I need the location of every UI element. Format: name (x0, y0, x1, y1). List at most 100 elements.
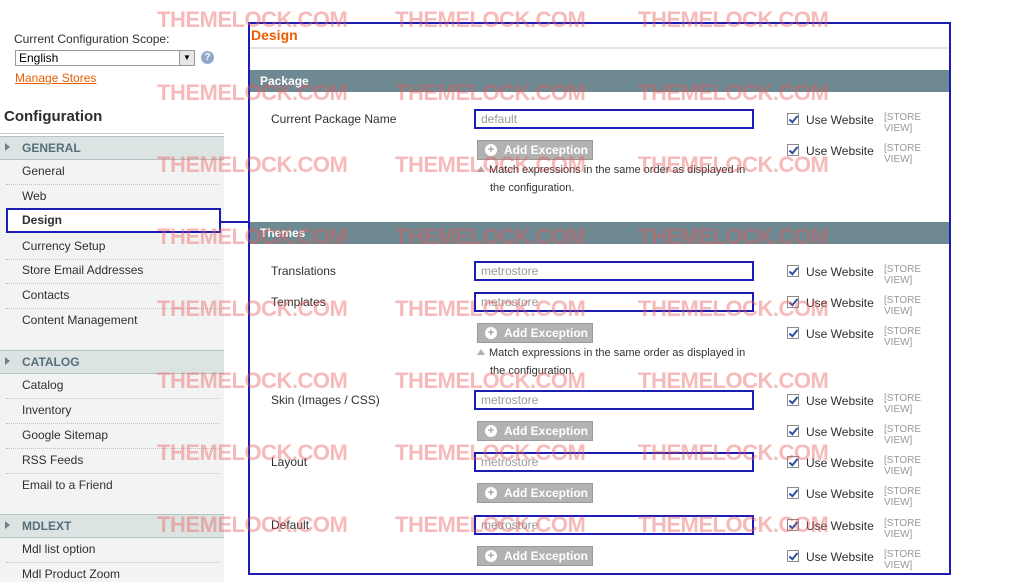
store-view-label: [STORE VIEW] (884, 518, 922, 540)
use-website-checkbox[interactable] (787, 144, 799, 156)
sidebar-item-design[interactable]: Design (6, 208, 221, 233)
default-input[interactable]: metrostore (474, 515, 754, 535)
templates-input[interactable]: metrostore (474, 292, 754, 312)
add-exception-label: Add Exception (504, 486, 589, 500)
use-website-label: Use Website (806, 327, 874, 341)
sidebar-item-rss-feeds[interactable]: RSS Feeds (6, 449, 220, 474)
arrow-up-icon (477, 166, 485, 172)
sidebar-item-google-sitemap[interactable]: Google Sitemap (6, 424, 220, 449)
add-exception-label: Add Exception (504, 326, 589, 340)
label-default: Default (271, 518, 310, 532)
skin-input[interactable]: metrostore (474, 390, 754, 410)
general-nav: General Web Design Currency Setup Store … (0, 160, 224, 350)
store-view-label: [STORE VIEW] (884, 393, 922, 415)
use-website-checkbox[interactable] (787, 394, 799, 406)
scope-select[interactable]: English ▼ (15, 50, 195, 66)
store-view-label: [STORE VIEW] (884, 455, 922, 477)
note-line: Match expressions in the same order as d… (489, 164, 746, 176)
note-line: Match expressions in the same order as d… (489, 347, 746, 359)
use-website-checkbox[interactable] (787, 113, 799, 125)
store-view-label: [STORE VIEW] (884, 486, 922, 508)
plus-icon: + (485, 327, 497, 339)
sidebar-item-catalog[interactable]: Catalog (6, 374, 220, 399)
label-skin: Skin (Images / CSS) (271, 393, 380, 407)
sidebar-item-mdl-product-zoom[interactable]: Mdl Product Zoom (6, 563, 220, 588)
exception-note: Match expressions in the same order as d… (477, 161, 757, 197)
add-exception-label: Add Exception (504, 143, 589, 157)
use-website-checkbox[interactable] (787, 487, 799, 499)
use-website-checkbox[interactable] (787, 327, 799, 339)
use-website-checkbox[interactable] (787, 296, 799, 308)
add-exception-button[interactable]: + Add Exception (477, 421, 593, 441)
sidebar-item-general[interactable]: General (6, 160, 220, 185)
sidebar-item-inventory[interactable]: Inventory (6, 399, 220, 424)
add-exception-label: Add Exception (504, 424, 589, 438)
translations-input[interactable]: metrostore (474, 261, 754, 281)
main-panel: Design Package Current Package Name defa… (248, 22, 951, 575)
group-catalog[interactable]: CATALOG (0, 350, 224, 374)
layout-input[interactable]: metrostore (474, 452, 754, 472)
plus-icon: + (485, 550, 497, 562)
title-divider (250, 47, 949, 49)
plus-icon: + (485, 425, 497, 437)
mdlext-nav: Mdl list option Mdl Product Zoom (0, 538, 224, 582)
highlight-connector (220, 221, 250, 223)
group-label: GENERAL (22, 141, 81, 155)
store-view-label: [STORE VIEW] (884, 143, 922, 165)
use-website-label: Use Website (806, 519, 874, 533)
sidebar-item-web[interactable]: Web (6, 185, 220, 210)
sidebar-item-email-to-a-friend[interactable]: Email to a Friend (6, 474, 220, 499)
manage-stores-link[interactable]: Manage Stores (15, 71, 96, 85)
add-exception-button[interactable]: + Add Exception (477, 483, 593, 503)
use-website-checkbox[interactable] (787, 550, 799, 562)
label-layout: Layout (271, 455, 308, 469)
add-exception-label: Add Exception (504, 549, 589, 563)
sidebar-item-content-management[interactable]: Content Management (6, 309, 220, 334)
exception-note: Match expressions in the same order as d… (477, 344, 757, 380)
sidebar-item-mdl-list-option[interactable]: Mdl list option (6, 538, 220, 563)
plus-icon: + (485, 487, 497, 499)
triangle-right-icon (5, 357, 10, 365)
help-icon[interactable]: ? (201, 51, 214, 64)
use-website-label: Use Website (806, 144, 874, 158)
plus-icon: + (485, 144, 497, 156)
use-website-label: Use Website (806, 394, 874, 408)
group-mdlext[interactable]: MDLEXT (0, 514, 224, 538)
use-website-label: Use Website (806, 425, 874, 439)
group-general[interactable]: GENERAL (0, 136, 224, 160)
section-header-package[interactable]: Package (250, 70, 949, 92)
sidebar-item-store-email-addresses[interactable]: Store Email Addresses (6, 259, 220, 284)
store-view-label: [STORE VIEW] (884, 295, 922, 317)
store-view-label: [STORE VIEW] (884, 326, 922, 348)
use-website-label: Use Website (806, 296, 874, 310)
label-translations: Translations (271, 264, 336, 278)
store-view-label: [STORE VIEW] (884, 264, 922, 286)
use-website-checkbox[interactable] (787, 456, 799, 468)
scope-label: Current Configuration Scope: (14, 32, 170, 46)
sidebar-item-contacts[interactable]: Contacts (6, 284, 220, 309)
sidebar-item-currency-setup[interactable]: Currency Setup (6, 235, 220, 260)
group-label: CATALOG (22, 355, 80, 369)
group-label: MDLEXT (22, 519, 72, 533)
triangle-right-icon (5, 521, 10, 529)
use-website-checkbox[interactable] (787, 425, 799, 437)
store-view-label: [STORE VIEW] (884, 424, 922, 446)
section-header-themes[interactable]: Themes (250, 222, 949, 244)
label-templates: Templates (271, 295, 326, 309)
catalog-nav: Catalog Inventory Google Sitemap RSS Fee… (0, 374, 224, 514)
note-line: the configuration. (490, 182, 575, 194)
note-line: the configuration. (490, 365, 575, 377)
arrow-up-icon (477, 349, 485, 355)
add-exception-button[interactable]: + Add Exception (477, 323, 593, 343)
store-view-label: [STORE VIEW] (884, 112, 922, 134)
store-view-label: [STORE VIEW] (884, 549, 922, 571)
use-website-checkbox[interactable] (787, 519, 799, 531)
chevron-down-icon[interactable]: ▼ (179, 51, 194, 65)
use-website-checkbox[interactable] (787, 265, 799, 277)
add-exception-button[interactable]: + Add Exception (477, 546, 593, 566)
use-website-label: Use Website (806, 456, 874, 470)
use-website-label: Use Website (806, 487, 874, 501)
add-exception-button[interactable]: + Add Exception (477, 140, 593, 160)
sidebar: Current Configuration Scope: English ▼ ?… (0, 0, 250, 582)
current-package-name-input[interactable]: default (474, 109, 754, 129)
